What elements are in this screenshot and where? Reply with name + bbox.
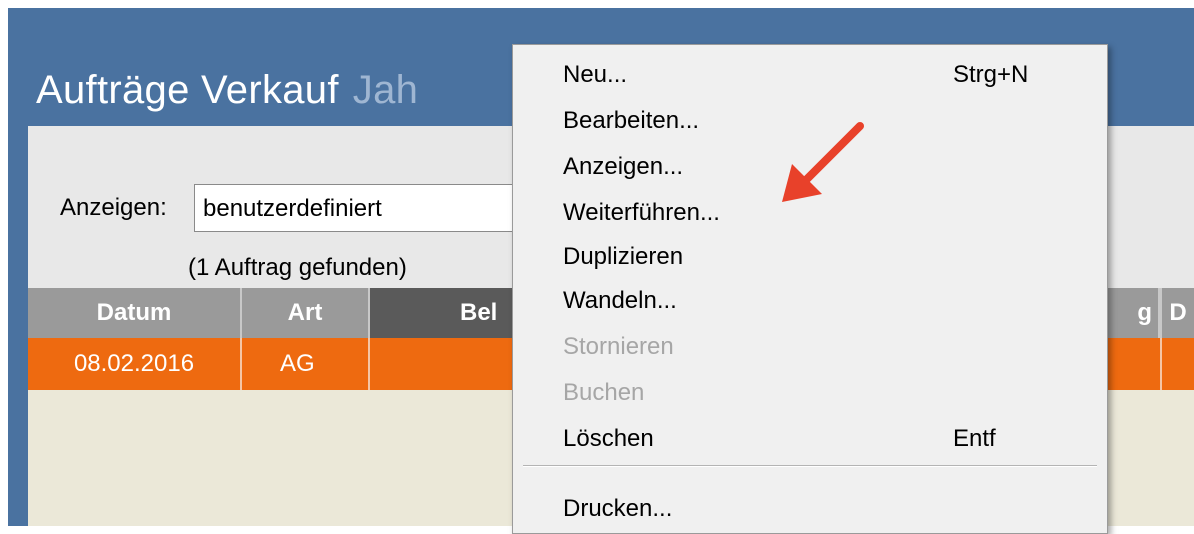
menu-item-duplizieren[interactable]: Duplizieren — [563, 243, 683, 271]
menu-item-weiterfuehren[interactable]: Weiterführen... — [563, 199, 720, 227]
menu-item-drucken[interactable]: Drucken... — [563, 495, 672, 523]
filter-select[interactable]: benutzerdefiniert — [194, 184, 524, 232]
menu-separator — [523, 465, 1097, 467]
column-header-art[interactable]: Art — [242, 288, 370, 338]
arrow-shaft — [800, 122, 864, 186]
menu-item-wandeln[interactable]: Wandeln... — [563, 287, 677, 315]
cell-art: AG — [242, 338, 370, 390]
result-count: (1 Auftrag gefunden) — [188, 254, 407, 281]
column-header-d[interactable]: D — [1160, 288, 1194, 338]
shortcut-neu: Strg+N — [953, 61, 1029, 88]
page-subtitle: Jah — [352, 68, 419, 112]
menu-item-anzeigen[interactable]: Anzeigen... — [563, 153, 683, 181]
menu-item-bearbeiten[interactable]: Bearbeiten... — [563, 107, 699, 135]
cell-datum: 08.02.2016 — [28, 338, 242, 390]
column-header-datum[interactable]: Datum — [28, 288, 242, 338]
menu-item-buchen: Buchen — [563, 379, 645, 406]
filter-label: Anzeigen: — [60, 194, 167, 221]
red-arrow-icon — [782, 122, 864, 202]
cell-d — [1160, 338, 1194, 390]
page-title-text: Aufträge Verkauf — [36, 68, 339, 112]
page-title: Aufträge Verkauf Jah — [36, 68, 418, 113]
menu-item-neu[interactable]: Neu... — [563, 61, 627, 89]
menu-item-loeschen[interactable]: Löschen — [563, 425, 654, 453]
menu-item-stornieren: Stornieren — [563, 333, 674, 360]
shortcut-loeschen: Entf — [953, 425, 996, 452]
